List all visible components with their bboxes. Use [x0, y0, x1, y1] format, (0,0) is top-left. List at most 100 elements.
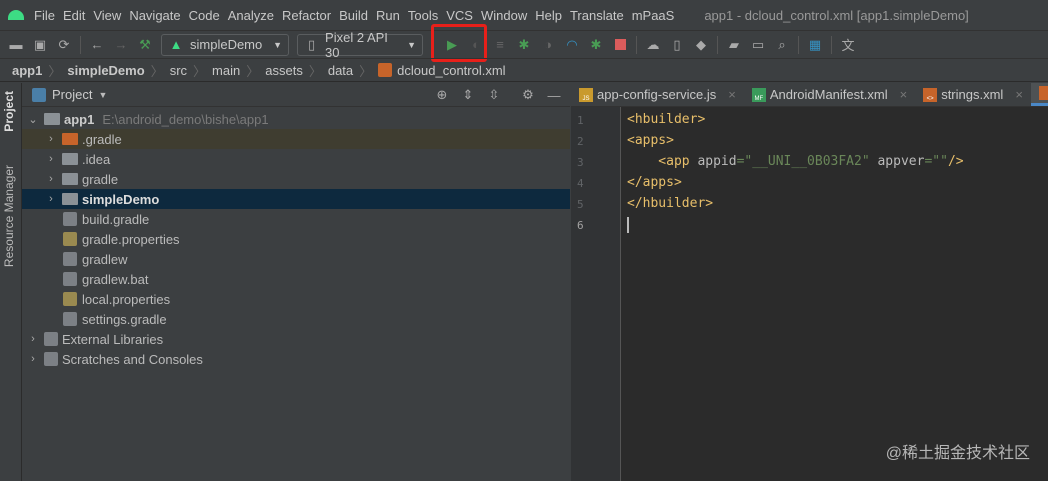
breadcrumb-item[interactable]: assets: [265, 63, 303, 78]
build-hammer-icon[interactable]: ⚒: [137, 37, 153, 53]
breadcrumb-item[interactable]: src: [170, 63, 187, 78]
divider: [717, 35, 718, 54]
folder-icon: [62, 153, 78, 165]
breadcrumb-item[interactable]: main: [212, 63, 240, 78]
chevron-right-icon[interactable]: ›: [44, 153, 58, 165]
chevron-right-icon[interactable]: ›: [44, 193, 58, 205]
breadcrumb-item[interactable]: dcloud_control.xml: [397, 63, 505, 78]
locate-icon[interactable]: ⊕: [434, 87, 450, 103]
translate-icon[interactable]: 文: [840, 37, 856, 53]
tree-item[interactable]: › .idea: [22, 149, 570, 169]
menu-tools[interactable]: Tools: [408, 8, 438, 23]
close-icon[interactable]: ×: [1015, 87, 1023, 102]
debug-icon[interactable]: ✱: [516, 37, 532, 53]
tree-item-path: E:\android_demo\bishe\app1: [102, 111, 269, 127]
tree-item[interactable]: gradlew: [22, 249, 570, 269]
breadcrumb-item[interactable]: simpleDemo: [67, 63, 144, 78]
tab-strings[interactable]: <> strings.xml ×: [915, 83, 1031, 106]
tree-item-root[interactable]: ⌄ app1 E:\android_demo\bishe\app1: [22, 109, 570, 129]
close-icon[interactable]: ×: [900, 87, 908, 102]
apply-code-changes-icon[interactable]: ≡: [492, 37, 508, 53]
tree-item[interactable]: build.gradle: [22, 209, 570, 229]
chevron-right-icon[interactable]: ›: [44, 133, 58, 145]
text-caret: [627, 217, 629, 233]
project-view-select[interactable]: Project: [52, 87, 92, 102]
scratches-icon: [44, 352, 58, 366]
tree-item[interactable]: local.properties: [22, 289, 570, 309]
search-icon[interactable]: ⌕: [774, 37, 790, 53]
code-line[interactable]: </hbuilder>: [627, 196, 713, 211]
tab-android-manifest[interactable]: MF AndroidManifest.xml ×: [744, 83, 915, 106]
chevron-right-icon[interactable]: ›: [44, 173, 58, 185]
tree-item[interactable]: gradlew.bat: [22, 269, 570, 289]
profiler-gauge-icon[interactable]: ◠: [564, 37, 580, 53]
forward-icon[interactable]: →: [113, 37, 129, 53]
menu-build[interactable]: Build: [339, 8, 368, 23]
code-line[interactable]: <hbuilder>: [627, 112, 705, 127]
manifest-file-icon: MF: [751, 87, 766, 102]
open-folder-icon[interactable]: ▬: [8, 37, 24, 53]
tree-item[interactable]: › simpleDemo: [22, 189, 570, 209]
code-line[interactable]: <apps>: [627, 133, 674, 148]
tree-item[interactable]: gradle.properties: [22, 229, 570, 249]
breadcrumb-item[interactable]: data: [328, 63, 353, 78]
chevron-down-icon[interactable]: ⌄: [26, 113, 40, 126]
menu-help[interactable]: Help: [535, 8, 562, 23]
menu-translate[interactable]: Translate: [570, 8, 624, 23]
gradle-elephant-icon: [63, 212, 77, 226]
menu-run[interactable]: Run: [376, 8, 400, 23]
chevron-down-icon[interactable]: ▼: [98, 90, 107, 100]
tree-item-label: .gradle: [82, 131, 122, 147]
profile-icon[interactable]: ◑: [540, 37, 556, 53]
menu-file[interactable]: File: [34, 8, 55, 23]
chevron-right-icon[interactable]: ›: [26, 333, 40, 345]
code-line[interactable]: </apps>: [627, 175, 682, 190]
sync-gradle-icon[interactable]: ☁: [645, 37, 661, 53]
gear-icon[interactable]: ⚙: [520, 87, 536, 103]
chevron-right-icon: 〉: [308, 63, 322, 79]
tree-item[interactable]: › .gradle: [22, 129, 570, 149]
menu-code[interactable]: Code: [189, 8, 220, 23]
menu-refactor[interactable]: Refactor: [282, 8, 331, 23]
android-logo-icon: [8, 10, 24, 20]
close-icon[interactable]: ×: [728, 87, 736, 102]
avd-manager-icon[interactable]: ▯: [669, 37, 685, 53]
menu-view[interactable]: View: [93, 8, 121, 23]
tab-project[interactable]: Project: [2, 91, 16, 132]
menu-edit[interactable]: Edit: [63, 8, 85, 23]
tab-resource-manager[interactable]: Resource Manager: [2, 165, 16, 267]
sdk-manager-icon[interactable]: ◆: [693, 37, 709, 53]
menu-bar: File Edit View Navigate Code Analyze Ref…: [0, 0, 1048, 30]
terminal-icon[interactable]: ▭: [750, 37, 766, 53]
sync-icon[interactable]: ⟳: [56, 37, 72, 53]
menu-vcs[interactable]: VCS: [446, 8, 473, 23]
back-icon[interactable]: ←: [89, 37, 105, 53]
tree-item-scratches[interactable]: › Scratches and Consoles: [22, 349, 570, 369]
run-config-select[interactable]: ▲ simpleDemo ▼: [161, 33, 289, 56]
tab-dcloud-control[interactable]: [1030, 83, 1048, 106]
stop-icon[interactable]: [612, 37, 628, 53]
layout-inspector-icon[interactable]: ▦: [807, 37, 823, 53]
minimize-icon[interactable]: —: [546, 87, 562, 103]
menu-analyze[interactable]: Analyze: [228, 8, 274, 23]
breadcrumb-item[interactable]: app1: [12, 63, 42, 78]
project-structure-icon[interactable]: ▰: [726, 37, 742, 53]
tree-item[interactable]: › gradle: [22, 169, 570, 189]
line-number: 5: [577, 198, 584, 211]
editor-tabs: JS app-config-service.js × MF AndroidManife…: [571, 83, 1048, 107]
attach-debugger-icon[interactable]: ✱: [588, 37, 604, 53]
menu-window[interactable]: Window: [481, 8, 527, 23]
chevron-right-icon[interactable]: ›: [26, 353, 40, 365]
code-line[interactable]: <app appid="__UNI__0B03FA2" appver=""/>: [627, 154, 963, 169]
menu-navigate[interactable]: Navigate: [129, 8, 180, 23]
chevron-right-icon: 〉: [150, 63, 164, 79]
tree-item[interactable]: settings.gradle: [22, 309, 570, 329]
chevron-right-icon: 〉: [193, 63, 207, 79]
collapse-all-icon[interactable]: ⇳: [486, 87, 502, 103]
device-select[interactable]: ▯ Pixel 2 API 30 ▼: [297, 30, 423, 60]
tab-app-config-service[interactable]: JS app-config-service.js ×: [571, 83, 744, 106]
expand-all-icon[interactable]: ⇕: [460, 87, 476, 103]
menu-mpaas[interactable]: mPaaS: [632, 8, 675, 23]
save-icon[interactable]: ▣: [32, 37, 48, 53]
tree-item-external-libraries[interactable]: › External Libraries: [22, 329, 570, 349]
